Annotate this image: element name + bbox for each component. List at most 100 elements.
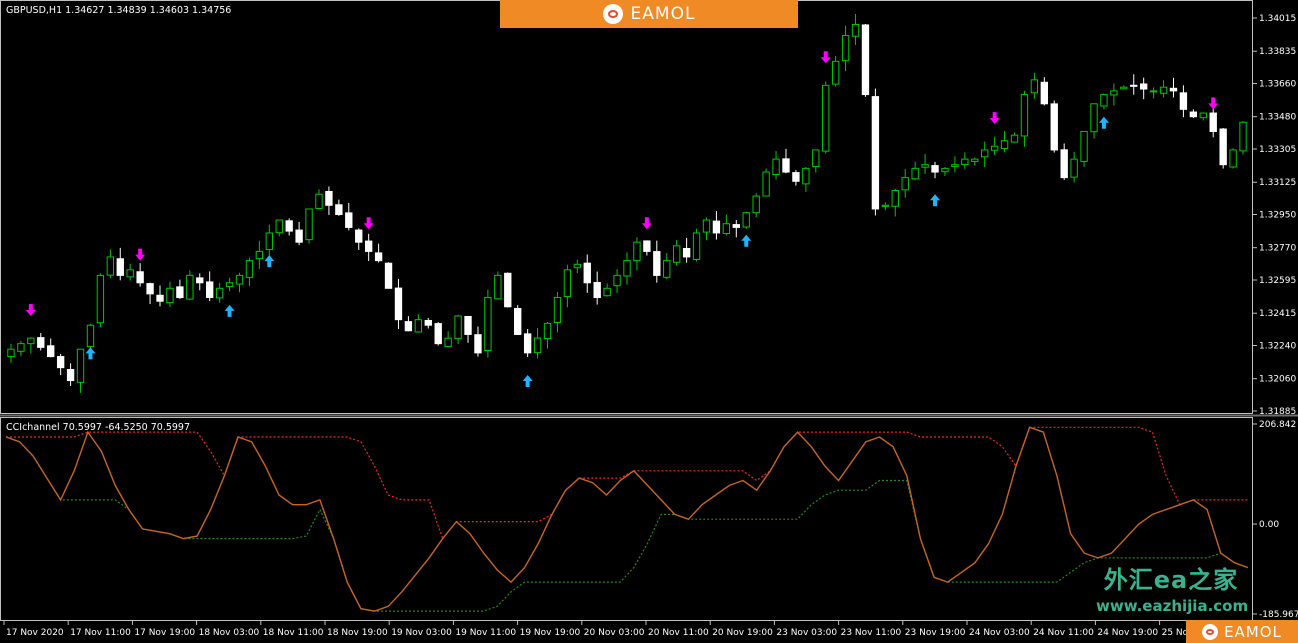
bull-candle-body — [166, 287, 174, 304]
chart-canvas: GBPUSD,H1 1.34627 1.34839 1.34603 1.3475… — [0, 0, 1298, 638]
bull-candle-body — [1239, 121, 1247, 152]
bull-candle-body — [235, 274, 244, 285]
bull-candle-body — [1010, 134, 1019, 143]
main-y-tick-label: 1.32595 — [1259, 276, 1296, 286]
buy-arrow-icon — [1098, 116, 1109, 129]
main-y-tick-label: 1.32950 — [1259, 211, 1296, 221]
bull-candle-body — [802, 167, 810, 185]
bull-candle-body — [275, 219, 283, 234]
bear-candle-body — [56, 356, 65, 369]
bear-candle-body — [732, 224, 740, 228]
time-tick-label: 24 Nov 19:00 — [1097, 628, 1158, 638]
bull-candle-body — [96, 274, 105, 324]
buy-arrow-icon — [264, 255, 275, 268]
bear-candle-body — [355, 229, 363, 243]
watermark: 外汇ea之家 www.eazhijia.com — [1096, 560, 1248, 615]
bull-candle-body — [553, 297, 562, 323]
time-tick-label: 19 Nov 03:00 — [391, 628, 452, 638]
bull-candle-body — [673, 245, 681, 263]
bull-candle-body — [27, 337, 35, 345]
signal-arrows — [25, 51, 1219, 388]
bull-candle-body — [484, 297, 492, 351]
bear-candle-body — [285, 220, 293, 232]
brand-logo-icon — [602, 4, 623, 24]
bull-candle-body — [265, 232, 273, 250]
buy-arrow-icon — [522, 375, 533, 388]
bear-candle-body — [712, 220, 721, 234]
bear-candle-body — [583, 262, 591, 284]
bear-candle-body — [653, 251, 661, 276]
brand-banner: EAMOL — [500, 0, 798, 28]
bull-candle-body — [981, 149, 989, 158]
brand-badge-text: EAMOL — [1224, 622, 1282, 641]
bear-candle-body — [47, 345, 55, 358]
bear-candle-body — [434, 323, 442, 345]
cci-line — [5, 426, 1249, 612]
bull-candle-body — [563, 269, 572, 298]
candlestick-series — [7, 13, 1247, 393]
bear-candle-body — [1209, 112, 1217, 132]
buy-arrow-icon — [930, 194, 941, 207]
time-tick-label: 20 Nov 11:00 — [648, 628, 709, 638]
bear-candle-body — [1139, 83, 1148, 90]
bear-candle-body — [643, 240, 651, 252]
bull-candle-body — [245, 260, 254, 278]
indicator-title: CCIchannel 70.5997 -64.5250 70.5997 — [6, 422, 190, 433]
time-tick-label: 20 Nov 03:00 — [584, 628, 645, 638]
indicator-plot-frame — [0, 417, 1253, 621]
sell-arrow-icon — [989, 112, 1000, 125]
bull-candle-body — [186, 274, 194, 300]
bear-candle-body — [593, 282, 601, 299]
bear-candle-body — [345, 212, 353, 228]
sell-arrow-icon — [363, 217, 374, 230]
main-plot-frame — [0, 0, 1253, 414]
bull-candle-body — [752, 195, 760, 214]
bull-candle-body — [990, 145, 999, 151]
bull-candle-body — [1120, 86, 1128, 90]
indicator-y-tick-label: 206.842 — [1259, 420, 1296, 430]
time-tick-label: 23 Nov 19:00 — [905, 628, 966, 638]
bull-candle-body — [961, 158, 969, 166]
bear-candle-body — [206, 281, 214, 299]
time-tick-label: 24 Nov 03:00 — [969, 628, 1030, 638]
bull-candle-body — [951, 164, 959, 168]
bear-candle-body — [871, 96, 880, 210]
bull-candle-body — [414, 319, 423, 333]
bull-candle-body — [971, 158, 979, 162]
main-y-tick-label: 1.32770 — [1259, 244, 1296, 254]
bull-candle-body — [772, 158, 780, 175]
time-tick-label: 24 Nov 11:00 — [1033, 628, 1094, 638]
main-y-tick-label: 1.32240 — [1259, 342, 1296, 352]
bull-candle-body — [851, 23, 860, 37]
bear-candle-body — [504, 272, 512, 308]
bull-candle-body — [702, 219, 711, 233]
time-tick-label: 19 Nov 19:00 — [520, 628, 581, 638]
bear-candle-body — [474, 334, 482, 354]
time-tick-label: 18 Nov 03:00 — [199, 628, 260, 638]
bull-candle-body — [1000, 140, 1009, 150]
bull-candle-body — [1229, 149, 1237, 168]
bear-candle-body — [861, 24, 870, 96]
indicator-y-axis: 206.842 0.00 -185.9673 — [1252, 420, 1298, 620]
bull-candle-body — [106, 256, 115, 276]
bear-candle-body — [931, 165, 939, 173]
upper-channel-line — [6, 426, 1248, 540]
bull-candle-body — [663, 260, 671, 278]
bear-candle-body — [116, 258, 124, 276]
bear-candle-body — [196, 277, 204, 284]
bull-candle-body — [1110, 90, 1118, 96]
bull-candle-body — [812, 149, 820, 167]
bear-candle-body — [295, 229, 303, 243]
bear-candle-body — [1050, 103, 1058, 151]
bull-candle-body — [17, 343, 25, 352]
buy-arrow-icon — [741, 234, 752, 247]
bull-candle-body — [76, 348, 85, 383]
bull-candle-body — [494, 274, 502, 300]
brand-banner-text: EAMOL — [630, 4, 696, 24]
time-tick-label: 18 Nov 11:00 — [263, 628, 324, 638]
bull-candle-body — [315, 193, 323, 209]
bull-candle-body — [633, 241, 641, 262]
bear-candle-body — [523, 333, 532, 354]
bull-candle-body — [7, 348, 15, 358]
bull-candle-body — [623, 260, 631, 277]
